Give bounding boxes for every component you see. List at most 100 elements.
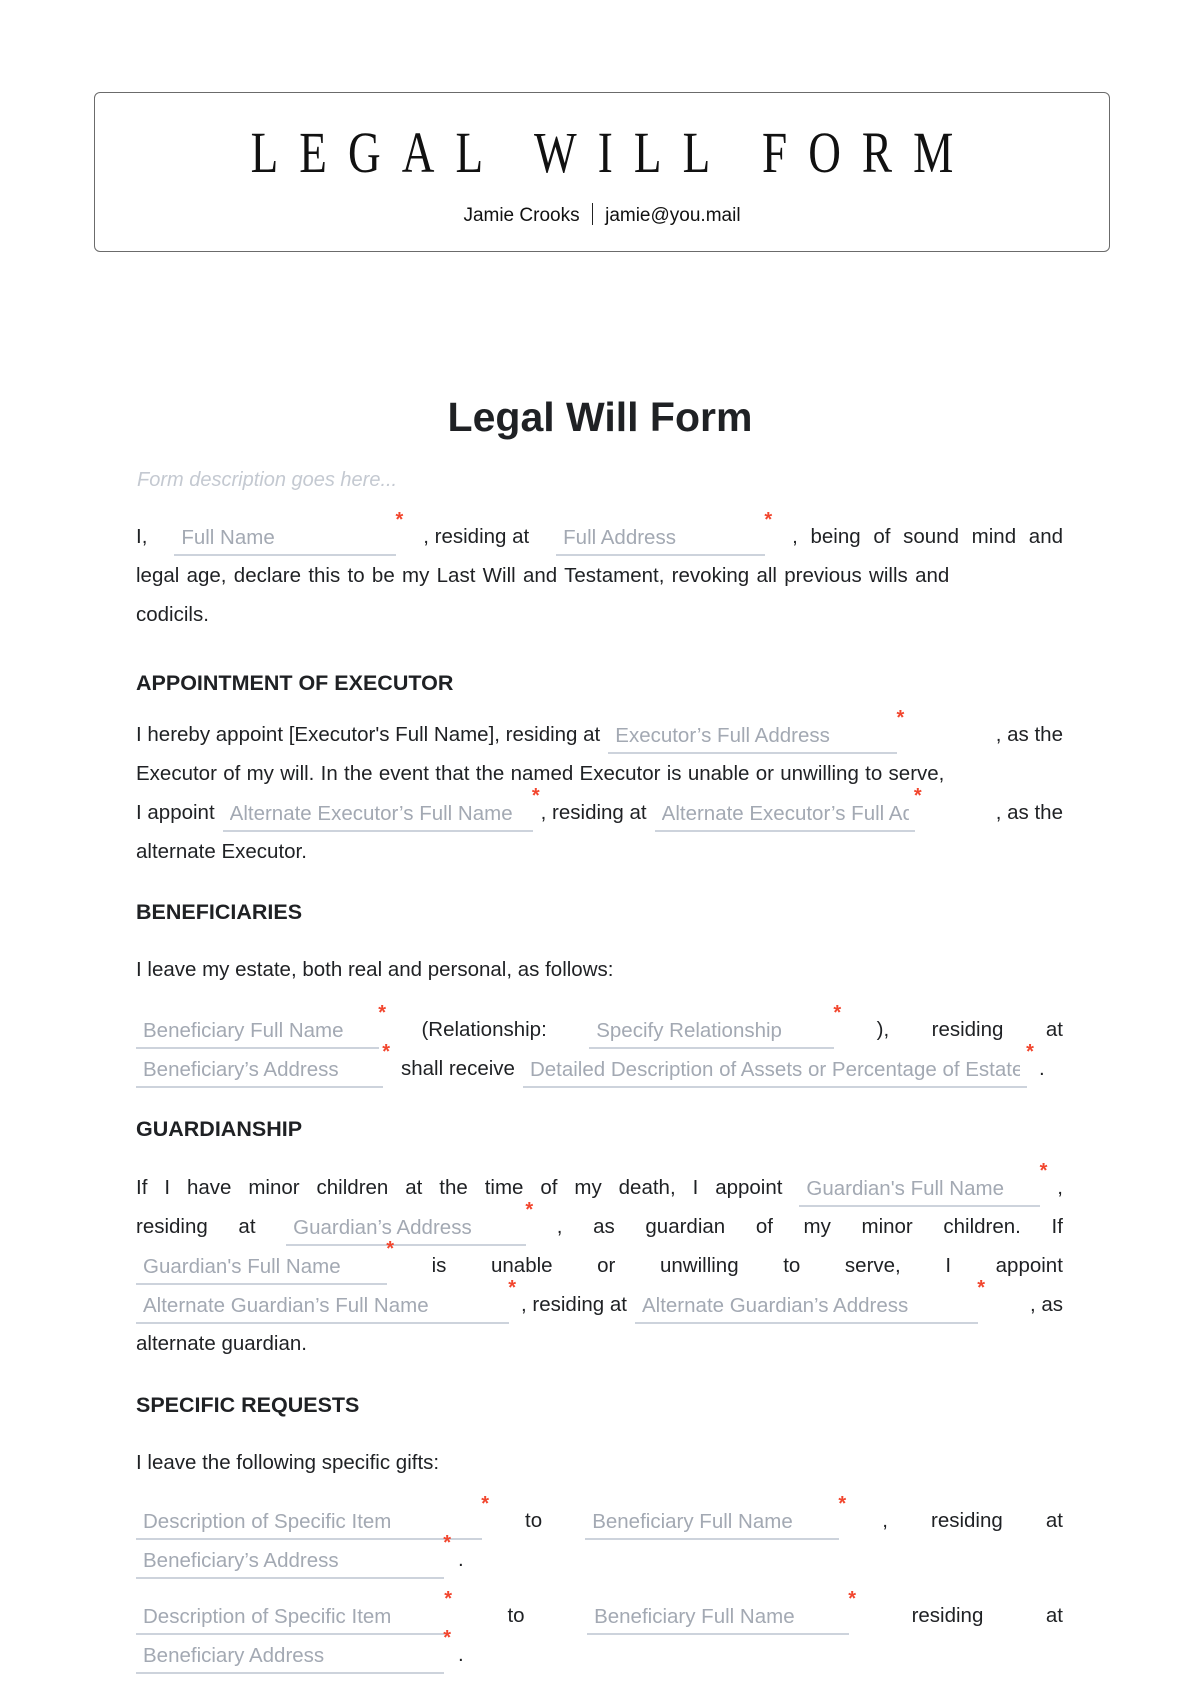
placeholder: Beneficiary Address xyxy=(143,1644,325,1667)
relationship-field[interactable]: Specify Relationship * xyxy=(589,1003,841,1049)
executor-address-field[interactable]: Executor’s Full Address * xyxy=(608,708,904,754)
beneficiary-name-field[interactable]: Beneficiary Full Name * xyxy=(136,1003,386,1049)
required-asterisk-icon: * xyxy=(508,1277,516,1299)
specific-requests-intro: I leave the following specific gifts: xyxy=(136,1446,1063,1482)
word: I xyxy=(945,1254,952,1277)
text: (Relationship: xyxy=(421,1018,547,1041)
intro-line-3: codicils. xyxy=(136,598,1063,634)
word: I xyxy=(164,1176,171,1199)
placeholder: Alternate Executor’s Full Address xyxy=(661,802,909,825)
form-description[interactable]: Form description goes here... xyxy=(137,467,397,493)
intro-line-2: legal age, declare this to be my Last Wi… xyxy=(136,559,1063,595)
required-asterisk-icon: * xyxy=(525,1199,534,1221)
text: residing xyxy=(931,1018,1004,1041)
gift-address-field[interactable]: Beneficiary Address * xyxy=(136,1628,451,1674)
required-asterisk-icon: * xyxy=(395,509,404,531)
placeholder: Executor’s Full Address xyxy=(615,724,830,747)
executor-line-1: I hereby appoint [Executor's Full Name],… xyxy=(136,708,1063,754)
guardianship-line-3: Guardian's Full Name * is unable or unwil… xyxy=(136,1239,1063,1285)
placeholder: Guardian’s Address xyxy=(293,1216,472,1239)
guardian-name-field-2[interactable]: Guardian's Full Name * xyxy=(136,1239,394,1285)
word: I xyxy=(692,1176,699,1199)
text: , being of sound mind and xyxy=(792,525,1063,548)
required-asterisk-icon: * xyxy=(386,1238,394,1260)
document-title: LEGAL WILL FORM xyxy=(250,120,975,185)
required-asterisk-icon: * xyxy=(913,785,922,807)
guardianship-line-4: Alternate Guardian’s Full Name * , residi… xyxy=(136,1278,1063,1324)
guardian-name-field[interactable]: Guardian's Full Name * xyxy=(799,1161,1047,1207)
section-heading-guardianship: GUARDIANSHIP xyxy=(136,1117,303,1141)
text: I appoint xyxy=(136,801,215,824)
alternate-guardian-address-field[interactable]: Alternate Guardian’s Address * xyxy=(634,1278,985,1324)
required-asterisk-icon: * xyxy=(977,1277,985,1299)
gift-beneficiary-field[interactable]: Beneficiary Full Name * xyxy=(587,1589,856,1635)
gift-address-field[interactable]: Beneficiary’s Address * xyxy=(136,1533,451,1579)
word: my xyxy=(574,1176,602,1199)
word: the xyxy=(439,1176,468,1199)
text: I, xyxy=(136,525,148,548)
required-asterisk-icon: * xyxy=(1039,1160,1048,1182)
text: , residing at xyxy=(540,801,647,824)
word: at xyxy=(405,1176,423,1199)
placeholder: Full Address xyxy=(563,526,676,549)
required-asterisk-icon: * xyxy=(1026,1041,1034,1063)
word: , xyxy=(882,1509,888,1532)
executor-line-4: alternate Executor. xyxy=(136,835,1063,871)
placeholder: Description of Specific Item xyxy=(143,1510,392,1533)
required-asterisk-icon: * xyxy=(481,1493,489,1515)
text: Executor of my will. In the event that t… xyxy=(136,762,945,785)
word: guardian xyxy=(645,1215,726,1238)
required-asterisk-icon: * xyxy=(833,1002,842,1024)
beneficiary-line-1: Beneficiary Full Name * (Relationship: Sp… xyxy=(136,1003,1063,1049)
author-email[interactable]: jamie@you.mail xyxy=(605,205,740,226)
beneficiaries-intro: I leave my estate, both real and persona… xyxy=(136,953,1063,989)
required-asterisk-icon: * xyxy=(443,1627,451,1649)
word: minor xyxy=(248,1176,300,1199)
author-name: Jamie Crooks xyxy=(463,205,580,226)
word: as xyxy=(593,1215,615,1238)
gift-item-field[interactable]: Description of Specific Item * xyxy=(136,1494,489,1540)
word: If xyxy=(136,1176,148,1199)
word: to xyxy=(783,1254,801,1277)
required-asterisk-icon: * xyxy=(896,707,905,729)
assets-description-field[interactable]: Detailed Description of Assets or Percen… xyxy=(522,1042,1034,1088)
placeholder: Beneficiary’s Address xyxy=(143,1058,339,1081)
required-asterisk-icon: * xyxy=(848,1588,857,1610)
word: my xyxy=(803,1215,831,1238)
full-address-field[interactable]: Full Address * xyxy=(556,510,772,556)
form-title: Legal Will Form xyxy=(447,394,753,440)
gift-2-line-2: Beneficiary Address * . xyxy=(136,1628,1063,1674)
beneficiary-line-2: Beneficiary’s Address * shall receive Det… xyxy=(136,1042,1063,1088)
word: appoint xyxy=(715,1176,783,1199)
text: I leave the following specific gifts: xyxy=(136,1451,440,1474)
gift-beneficiary-field[interactable]: Beneficiary Full Name * xyxy=(585,1494,846,1540)
beneficiary-address-field[interactable]: Beneficiary’s Address * xyxy=(136,1042,390,1088)
text: alternate Executor. xyxy=(136,840,307,863)
placeholder: Beneficiary Full Name xyxy=(143,1019,344,1042)
word: unwilling xyxy=(659,1254,739,1277)
required-asterisk-icon: * xyxy=(838,1493,847,1515)
alternate-guardian-name-field[interactable]: Alternate Guardian’s Full Name * xyxy=(136,1278,516,1324)
placeholder: Description of Specific Item xyxy=(143,1605,392,1628)
alternate-executor-address-field[interactable]: Alternate Executor’s Full Address* xyxy=(654,786,922,832)
word: of xyxy=(540,1176,558,1199)
word: , xyxy=(556,1215,563,1238)
text: , as the xyxy=(995,723,1063,746)
word: serve, xyxy=(844,1254,901,1277)
gift-1-line-1: Description of Specific Item * to Benefic… xyxy=(136,1494,1063,1540)
required-asterisk-icon: * xyxy=(443,1532,451,1554)
guardian-address-field[interactable]: Guardian’s Address * xyxy=(286,1200,533,1246)
required-asterisk-icon: * xyxy=(378,1002,386,1024)
word: minor xyxy=(861,1215,913,1238)
gift-item-field[interactable]: Description of Specific Item * xyxy=(136,1589,452,1635)
text: . xyxy=(1038,1057,1045,1080)
full-name-field[interactable]: Full Name * xyxy=(174,510,403,556)
guardianship-line-5: alternate guardian. xyxy=(136,1327,1063,1363)
placeholder: Alternate Executor’s Full Name xyxy=(229,802,513,825)
word: of xyxy=(755,1215,773,1238)
text: , residing at xyxy=(423,525,530,548)
gift-1-line-2: Beneficiary’s Address * . xyxy=(136,1533,1063,1579)
word: residing xyxy=(136,1215,208,1238)
required-asterisk-icon: * xyxy=(764,509,773,531)
alternate-executor-name-field[interactable]: Alternate Executor’s Full Name * xyxy=(222,786,540,832)
